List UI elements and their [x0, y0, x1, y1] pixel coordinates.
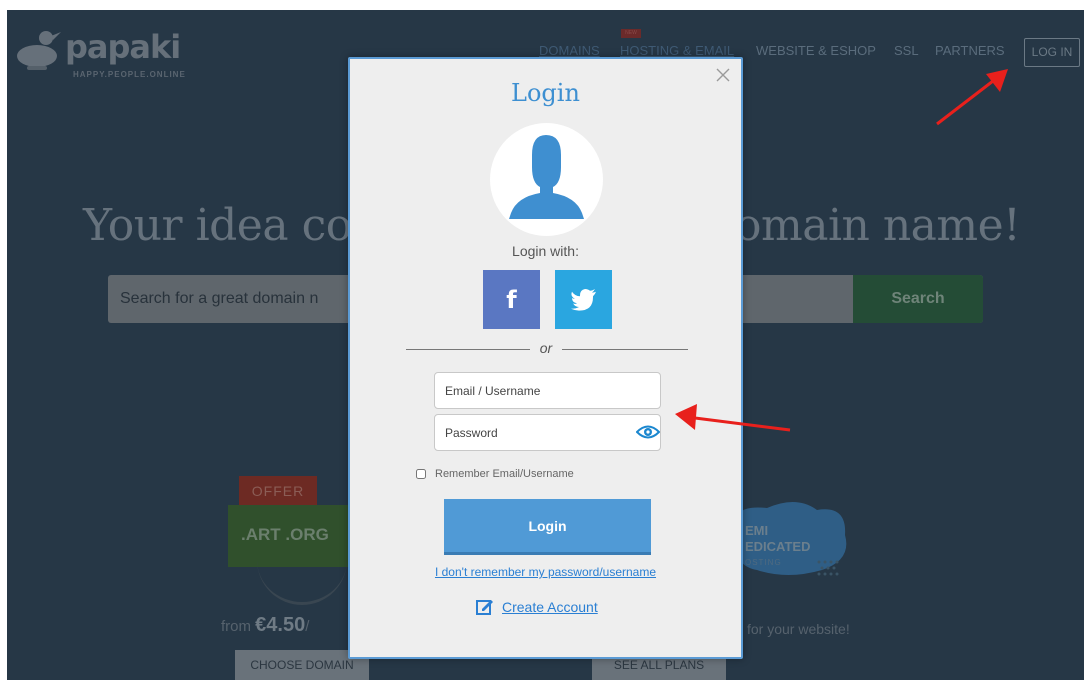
edit-icon: [476, 600, 493, 615]
page: papaki HAPPY.PEOPLE.ONLINE DOMAINS NEW H…: [0, 0, 1084, 684]
new-badge: NEW: [621, 29, 641, 38]
domain-offer-text: .ART .ORG: [241, 525, 329, 544]
search-button[interactable]: Search: [853, 275, 983, 323]
or-divider: or: [406, 340, 688, 358]
papaki-logo[interactable]: papaki HAPPY.PEOPLE.ONLINE: [13, 26, 203, 86]
target-graphic: [257, 555, 347, 605]
price-suffix: /: [305, 618, 310, 635]
hosting-promo-text: for your website!: [747, 621, 850, 637]
create-account-label: Create Account: [502, 599, 598, 615]
facebook-icon: f: [506, 285, 517, 314]
eye-icon[interactable]: [636, 424, 660, 440]
hero-text-left: Your idea co: [83, 200, 352, 251]
login-with-label: Login with:: [512, 243, 579, 259]
nav-partners[interactable]: PARTNERS: [935, 43, 1005, 59]
nav-ssl[interactable]: SSL: [894, 43, 919, 59]
header-login-button[interactable]: LOG IN: [1024, 38, 1080, 67]
hero-text-right: omain name!: [735, 200, 1021, 251]
brand-tagline: HAPPY.PEOPLE.ONLINE: [73, 70, 186, 79]
twitter-icon: [570, 288, 596, 311]
price-prefix: from: [221, 618, 256, 635]
remember-label: Remember Email/Username: [435, 468, 574, 480]
divider-line-left: [406, 349, 530, 350]
forgot-password-link[interactable]: I don't remember my password/username: [350, 565, 741, 579]
offer-price-line: from €4.50/: [221, 614, 309, 637]
password-input[interactable]: [434, 414, 661, 451]
bird-logo-icon: [17, 31, 61, 70]
hosting-promo-subtitle: OSTING: [745, 558, 782, 567]
user-silhouette-icon: [509, 135, 584, 219]
facebook-login-button[interactable]: f: [483, 270, 540, 329]
domain-search-input[interactable]: Search for a great domain n: [120, 290, 318, 308]
offer-tag: OFFER: [239, 476, 317, 506]
hosting-promo-title-line1: EMI: [745, 523, 769, 538]
hosting-promo-title-line2: EDICATED: [745, 539, 811, 554]
offer-price: €4.50: [255, 614, 306, 636]
email-username-input[interactable]: [434, 372, 661, 409]
create-account-link[interactable]: Create Account: [476, 596, 598, 618]
remember-checkbox-row[interactable]: Remember Email/Username: [416, 467, 574, 481]
brand-name: papaki: [65, 28, 181, 66]
twitter-login-button[interactable]: [555, 270, 612, 329]
avatar: [490, 123, 603, 236]
modal-title: Login: [511, 79, 580, 107]
hosting-promo-title: EMI EDICATED: [745, 523, 810, 555]
nav-website-eshop[interactable]: WEBSITE & ESHOP: [756, 43, 876, 59]
or-label: or: [539, 340, 553, 356]
divider-line-right: [562, 349, 688, 350]
login-submit-button[interactable]: Login: [444, 499, 651, 555]
remember-checkbox[interactable]: [416, 469, 426, 479]
login-modal: Login Login with: f or Email / Username …: [348, 57, 743, 659]
